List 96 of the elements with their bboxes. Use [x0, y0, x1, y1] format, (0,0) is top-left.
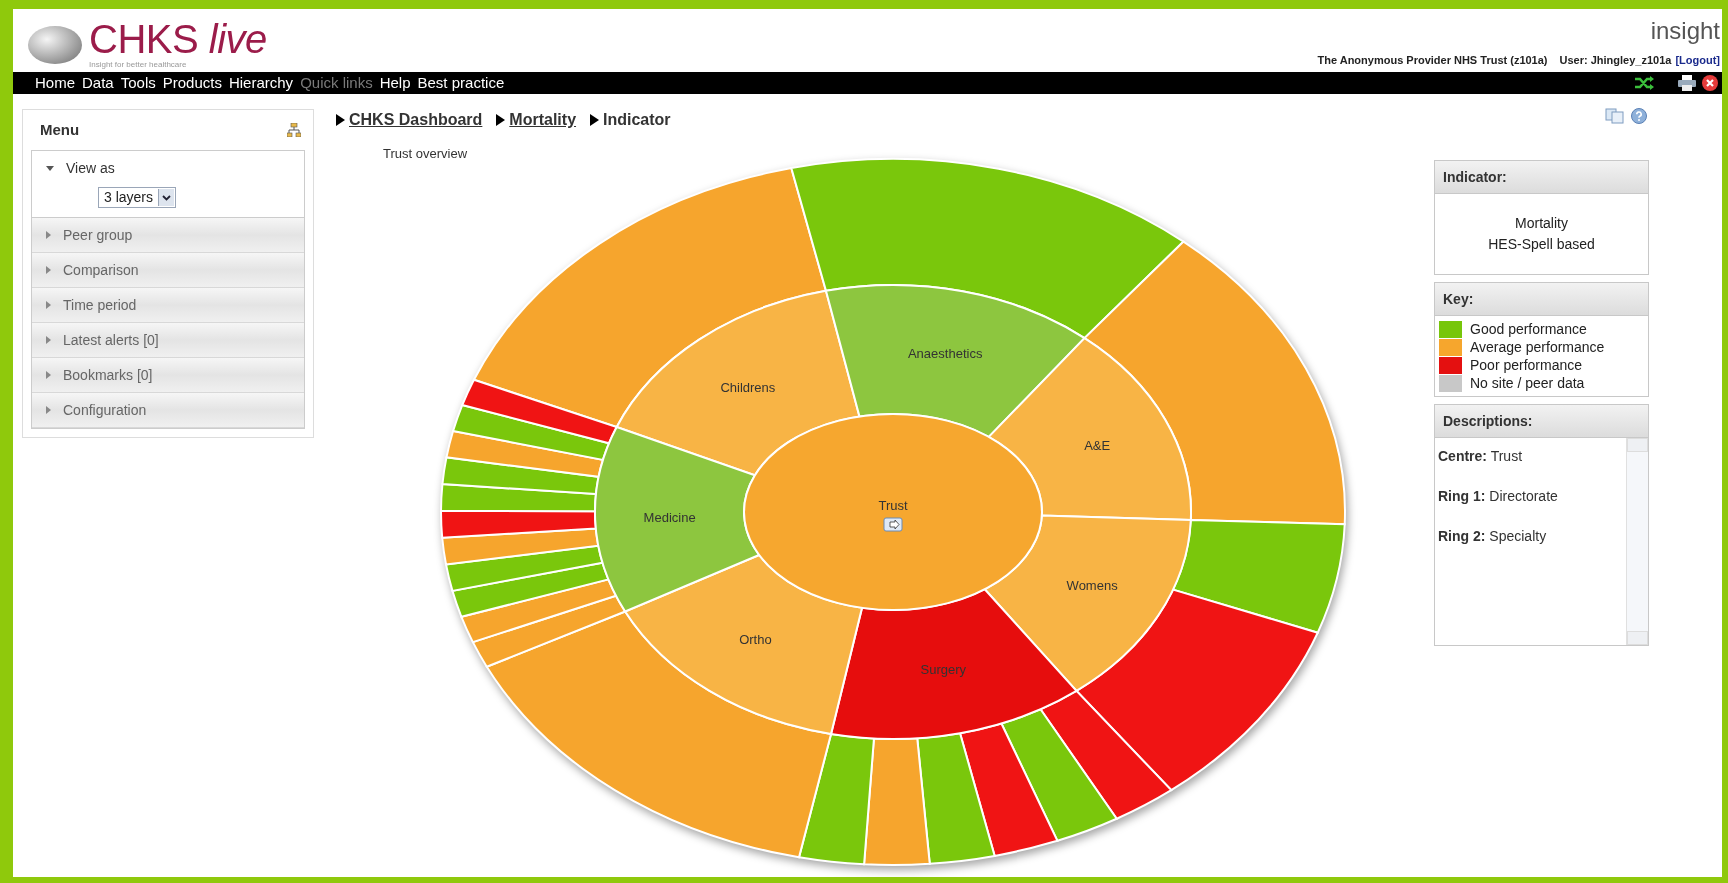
sunburst-segment[interactable] — [1039, 689, 1173, 820]
shuffle-icon[interactable] — [1634, 76, 1654, 90]
breadcrumb-arrow-icon — [336, 114, 345, 126]
menu-title: Menu — [40, 119, 80, 140]
sunburst-segment[interactable] — [1000, 707, 1118, 842]
caret-icon — [46, 231, 51, 239]
sunburst-centre[interactable] — [743, 412, 1043, 611]
sunburst-segment[interactable] — [824, 283, 1086, 438]
chart-subtitle: Trust overview — [383, 145, 469, 163]
nav-item[interactable]: Data — [82, 71, 114, 95]
description-text: Ring 1: Directorate — [1438, 487, 1559, 506]
sunburst-segment[interactable] — [916, 731, 996, 865]
sunburst-segment[interactable] — [959, 721, 1059, 857]
sunburst-segment[interactable] — [445, 544, 604, 592]
nav-item[interactable]: Hierarchy — [228, 71, 294, 95]
description-text: Ring 2: Specialty — [1438, 527, 1548, 546]
breadcrumb-current: Indicator — [603, 110, 671, 130]
breadcrumb-arrow-icon — [590, 114, 600, 126]
breadcrumb-link[interactable]: Mortality — [509, 108, 577, 132]
description-text: Centre: Trust — [1438, 447, 1524, 466]
close-icon[interactable] — [1702, 75, 1718, 91]
breadcrumb-arrow-icon — [496, 114, 506, 126]
segment-label: A&E — [1084, 437, 1111, 453]
nav-item[interactable]: Help — [379, 71, 411, 95]
logout-link[interactable]: [Logout] — [1675, 52, 1720, 69]
copy-icon[interactable] — [1605, 108, 1625, 124]
legend-label: Average performance — [1470, 337, 1605, 357]
user-name: User: Jhingley_z101a — [1559, 53, 1672, 68]
menu-item-label: Bookmarks [0] — [63, 365, 153, 385]
sunburst-segment[interactable] — [790, 157, 1185, 339]
breadcrumb-link[interactable]: CHKS Dashboard — [349, 108, 483, 132]
segment-label: Medicine — [643, 509, 696, 525]
menu-item[interactable]: View as — [32, 151, 304, 185]
printer-icon[interactable] — [1678, 75, 1696, 91]
caret-icon — [46, 301, 51, 309]
sitemap-icon[interactable] — [287, 123, 301, 137]
menu-item-label: Time period — [63, 295, 137, 315]
caret-icon — [46, 336, 51, 344]
sunburst-segment[interactable] — [1083, 240, 1346, 525]
segment-label: Ortho — [739, 631, 772, 647]
tagline: Insight for better healthcare — [89, 59, 188, 71]
legend-label: Good performance — [1470, 319, 1587, 339]
sunburst-segment[interactable] — [451, 561, 610, 618]
sunburst-segment[interactable] — [461, 378, 618, 444]
menu-item-label: Peer group — [63, 225, 133, 245]
sunburst-segment[interactable] — [441, 455, 600, 495]
help-icon[interactable] — [1631, 108, 1647, 124]
menu-item-label: Latest alerts [0] — [63, 330, 159, 350]
sunburst-segment[interactable] — [452, 403, 610, 461]
sunburst-segment[interactable] — [445, 429, 604, 478]
sunburst-segment[interactable] — [594, 425, 761, 612]
nav-item[interactable]: Products — [162, 71, 222, 95]
dropdown-icon — [158, 189, 175, 206]
trust-name: The Anonymous Provider NHS Trust (z101a) — [1317, 53, 1548, 68]
sunburst-segment[interactable] — [798, 732, 875, 865]
sunburst-segment[interactable] — [615, 289, 861, 476]
segment-label: Trust — [878, 497, 908, 513]
legend-label: Poor performance — [1470, 355, 1583, 375]
sunburst-segment[interactable] — [471, 594, 627, 668]
indicator-text: HES-Spell based — [1488, 235, 1595, 254]
menu-item-label: View as — [66, 158, 115, 178]
nav-item[interactable]: Best practice — [417, 71, 505, 95]
panel-title: Key: — [1443, 291, 1474, 307]
layers-select[interactable]: 3 layers — [98, 187, 177, 208]
brand-logo: insight — [1650, 17, 1720, 45]
menu-item-label: Comparison — [63, 260, 139, 280]
segment-label: Womens — [1066, 577, 1118, 593]
segment-label: Anaesthetics — [907, 345, 983, 361]
logo-text: CHKS live — [89, 19, 267, 59]
nav-item[interactable]: Tools — [120, 71, 156, 95]
menu-item-label: Configuration — [63, 400, 147, 420]
sunburst-segment[interactable] — [983, 513, 1192, 692]
sunburst-segment[interactable] — [987, 336, 1192, 521]
caret-icon — [46, 406, 51, 414]
globe-logo-icon — [27, 25, 83, 65]
menu-item[interactable]: Peer group — [32, 218, 304, 252]
legend-label: No site / peer data — [1470, 373, 1585, 393]
sunburst-segment[interactable] — [624, 553, 863, 735]
menu-item[interactable]: Comparison — [32, 253, 304, 287]
caret-icon — [46, 266, 51, 274]
caret-icon — [46, 165, 54, 171]
segment-label: Surgery — [920, 661, 967, 677]
menu-item[interactable]: Time period — [32, 288, 304, 322]
drill-down-icon[interactable] — [883, 517, 903, 531]
segment-label: Childrens — [720, 379, 776, 395]
sunburst-segment[interactable] — [1172, 518, 1346, 634]
panel-title: Indicator: — [1443, 169, 1507, 185]
menu-item[interactable]: Configuration — [32, 393, 304, 427]
caret-icon — [46, 371, 51, 379]
sunburst-segment[interactable] — [863, 736, 931, 866]
panel-title: Descriptions: — [1443, 413, 1533, 429]
sunburst-segment[interactable] — [441, 527, 600, 565]
indicator-text: Mortality — [1515, 214, 1568, 233]
menu-item[interactable]: Latest alerts [0] — [32, 323, 304, 357]
menu-item[interactable]: Bookmarks [0] — [32, 358, 304, 392]
nav-item[interactable]: Home — [35, 71, 75, 95]
